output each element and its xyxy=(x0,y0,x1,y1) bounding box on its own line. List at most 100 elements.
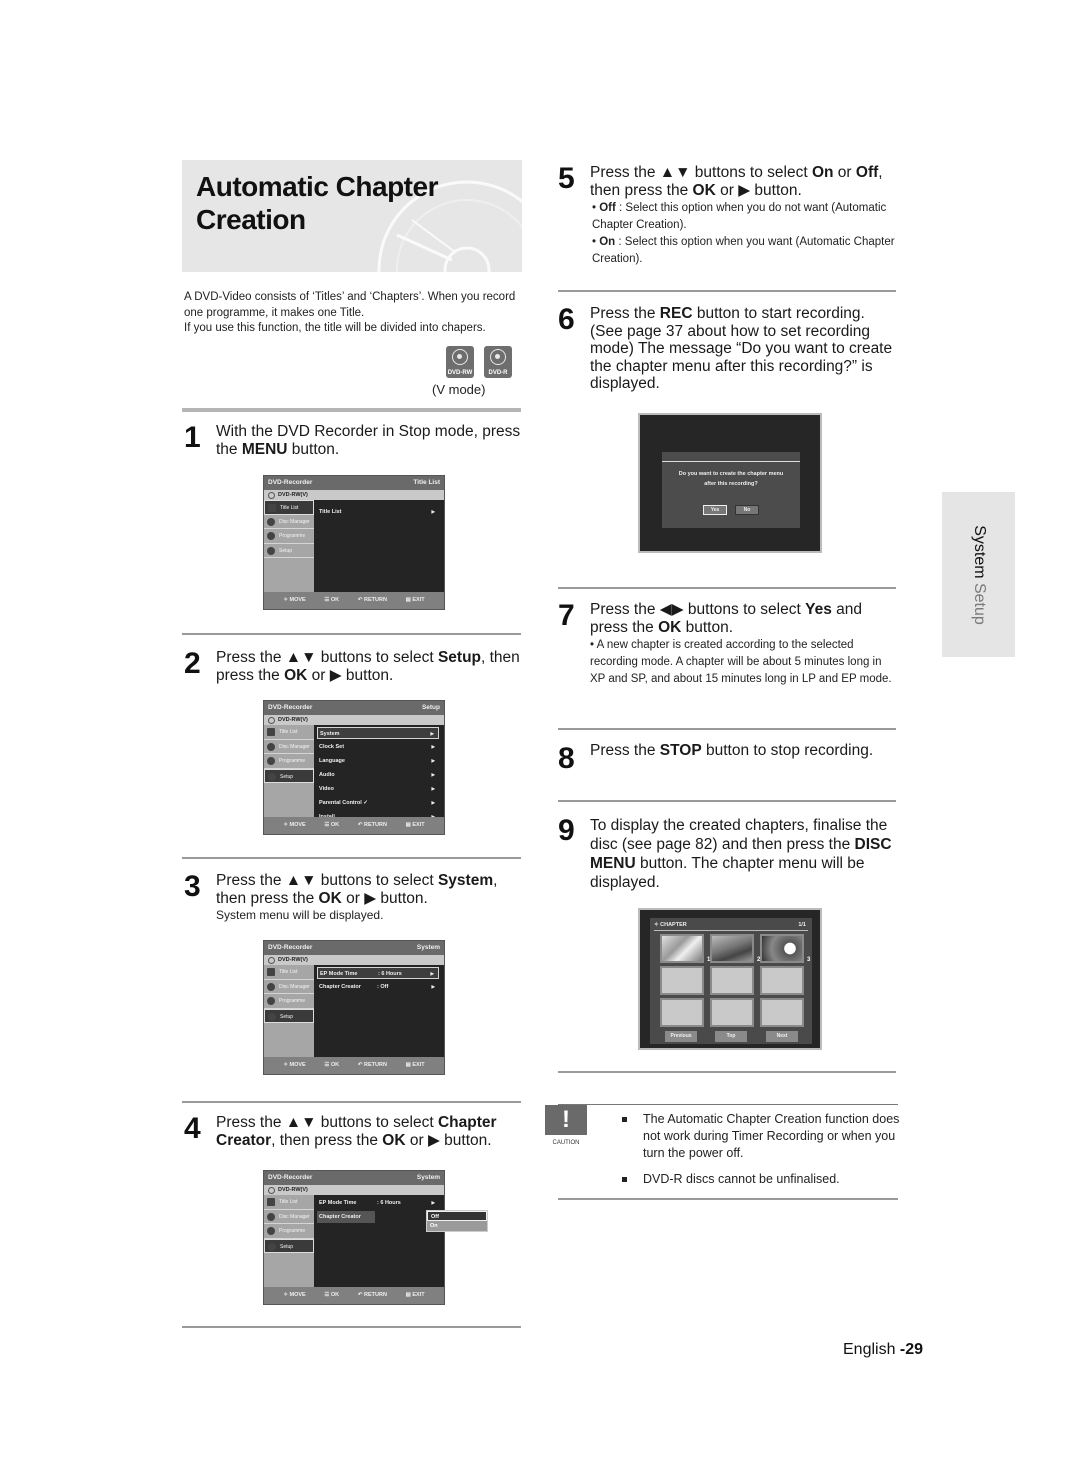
title-list-icon xyxy=(268,504,276,512)
osd-row-ep-mode-time[interactable]: EP Mode Time: 6 Hours ▶ xyxy=(317,1197,439,1209)
bold-text: OK xyxy=(692,181,716,199)
osd-row-video[interactable]: Video ▶ xyxy=(317,783,439,795)
option-off[interactable]: Off xyxy=(427,1211,487,1221)
divider xyxy=(558,1071,896,1073)
text: or ▶ button. xyxy=(405,1131,492,1149)
osd-sidebar-item-disc-manager[interactable]: Disc Manager xyxy=(264,1210,314,1224)
osd-row-chapter-creator[interactable]: Chapter Creator: Off ▶ xyxy=(317,981,439,993)
osd-sidebar-item-programme[interactable]: Programme xyxy=(264,1224,314,1239)
step-number: 2 xyxy=(184,647,201,680)
arrow-right-icon: ▶ xyxy=(431,800,435,805)
osd-sidebar-item-disc-manager[interactable]: Disc Manager xyxy=(264,980,314,994)
gear-icon xyxy=(268,1012,276,1021)
step-text: To display the created chapters, finalis… xyxy=(590,816,898,892)
osd-row-audio[interactable]: Audio ▶ xyxy=(317,769,439,781)
page-number: English -29 xyxy=(843,1341,923,1359)
top-button[interactable]: Top xyxy=(715,1031,747,1042)
text: button to stop recording. xyxy=(701,742,874,759)
return-hint: ↶ RETURN xyxy=(357,597,387,603)
divider xyxy=(558,290,896,292)
osd-sidebar-item-disc-manager[interactable]: Disc Manager xyxy=(264,740,314,754)
osd-panel: System ▶ Clock Set ▶ Language ▶ Audio ▶ Vide… xyxy=(314,725,444,820)
disc-manager-icon xyxy=(267,982,275,991)
osd-sidebar-item-setup[interactable]: Setup xyxy=(264,544,314,558)
osd-disc-type: DVD-RW(V) xyxy=(264,490,444,500)
chapter-thumbnail-empty xyxy=(710,998,754,1027)
osd-sidebar-item-setup[interactable]: Setup xyxy=(264,1238,314,1253)
page-title-line2: Creation xyxy=(196,204,306,235)
osd-sidebar-item-programme[interactable]: Programme xyxy=(264,754,314,769)
osd-panel: Title List ▶ xyxy=(314,500,444,594)
osd-sidebar-item-title-list[interactable]: Title List xyxy=(264,965,314,980)
step-note-on: • On : Select this option when you want … xyxy=(592,236,895,265)
step-text: Press the ▲▼ buttons to select Chapter C… xyxy=(216,1114,524,1149)
chapter-menu-header: ✧ CHAPTER 1/1 xyxy=(654,920,808,931)
label: Disc Manager xyxy=(279,518,310,525)
divider xyxy=(182,1101,521,1103)
bold-text: STOP xyxy=(659,742,702,759)
label: Setup xyxy=(280,1243,294,1250)
osd-sidebar-item-programme[interactable]: Programme xyxy=(264,529,314,544)
chapter-thumbnail-empty xyxy=(660,966,704,995)
chapter-thumbnail-1[interactable] xyxy=(660,934,704,963)
osd-row-chapter-creator[interactable]: Chapter Creator xyxy=(317,1211,375,1223)
ok-hint: ☰ OK xyxy=(324,1062,340,1068)
move-hint: ✧ MOVE xyxy=(283,1062,306,1068)
divider xyxy=(182,857,521,859)
divider xyxy=(182,633,521,635)
chapter-menu-title: ✧ CHAPTER xyxy=(654,922,687,928)
osd-section: Title List xyxy=(413,479,440,486)
step-note-off: • Off : Select this option when you do n… xyxy=(592,202,887,231)
no-button[interactable]: No xyxy=(735,505,759,515)
osd-brand: DVD-Recorder xyxy=(268,479,313,486)
osd-sidebar-item-programme[interactable]: Programme xyxy=(264,994,314,1009)
label: System xyxy=(320,731,340,737)
bold-text: OK xyxy=(318,889,342,907)
osd-row-parental-control[interactable]: Parental Control ✓ ▶ xyxy=(317,797,439,809)
osd-sidebar-item-disc-manager[interactable]: Disc Manager xyxy=(264,515,314,529)
caution-item: The Automatic Chapter Creation function … xyxy=(622,1111,902,1162)
step-number: 6 xyxy=(558,303,575,336)
step-number: 8 xyxy=(558,742,575,775)
arrow-right-icon: ▶ xyxy=(431,1200,435,1205)
value: : Off xyxy=(377,984,389,990)
osd-row-language[interactable]: Language ▶ xyxy=(317,755,439,767)
chapter-thumbnail-2[interactable] xyxy=(710,934,754,963)
next-button[interactable]: Next xyxy=(766,1031,798,1042)
label: Disc Manager xyxy=(279,983,310,990)
osd-screen-system: DVD-Recorder System DVD-RW(V) Title List … xyxy=(263,940,445,1075)
page-title-line1: Automatic Chapter xyxy=(196,171,438,202)
osd-section: Setup xyxy=(421,704,440,711)
text: System xyxy=(970,524,988,579)
tv-screen-chapter-menu: ✧ CHAPTER 1/1 1 2 3 Previous Top Next xyxy=(638,908,822,1050)
osd-brand: DVD-Recorder xyxy=(268,1174,313,1181)
osd-row-system[interactable]: System ▶ xyxy=(317,727,439,739)
label: Programme xyxy=(279,1228,306,1234)
value: : 6 Hours xyxy=(377,1200,401,1206)
osd-sidebar-item-title-list[interactable]: Title List xyxy=(264,500,314,515)
chapter-thumbnail-3[interactable] xyxy=(760,934,804,963)
divider xyxy=(182,1326,521,1328)
label: Language xyxy=(319,758,345,764)
osd-sidebar-item-setup[interactable]: Setup xyxy=(264,768,314,783)
step-text: Press the REC button to start recording.… xyxy=(590,305,898,393)
option-on[interactable]: On xyxy=(427,1221,487,1231)
osd-row[interactable]: Title List ▶ xyxy=(317,506,439,518)
label: Audio xyxy=(319,772,335,778)
bold-text: OK xyxy=(382,1131,406,1149)
bold-text: System xyxy=(437,872,494,889)
step-number: 7 xyxy=(558,599,575,632)
osd-row-clock-set[interactable]: Clock Set ▶ xyxy=(317,741,439,753)
osd-sidebar-item-setup[interactable]: Setup xyxy=(264,1008,314,1023)
text: button. xyxy=(287,440,340,458)
previous-button[interactable]: Previous xyxy=(665,1031,697,1042)
text: English xyxy=(843,1341,900,1358)
osd-footer: ✧ MOVE ☰ OK ↶ RETURN ▤ EXIT xyxy=(264,1287,444,1304)
osd-row-ep-mode-time[interactable]: EP Mode Time: 6 Hours ▶ xyxy=(317,967,439,979)
osd-sidebar-item-title-list[interactable]: Title List xyxy=(264,1195,314,1210)
arrow-right-icon: ▶ xyxy=(431,758,435,763)
step-note: System menu will be displayed. xyxy=(216,908,384,922)
osd-sidebar-item-title-list[interactable]: Title List xyxy=(264,725,314,740)
yes-button[interactable]: Yes xyxy=(703,505,727,515)
bold-text: Yes xyxy=(805,601,832,618)
